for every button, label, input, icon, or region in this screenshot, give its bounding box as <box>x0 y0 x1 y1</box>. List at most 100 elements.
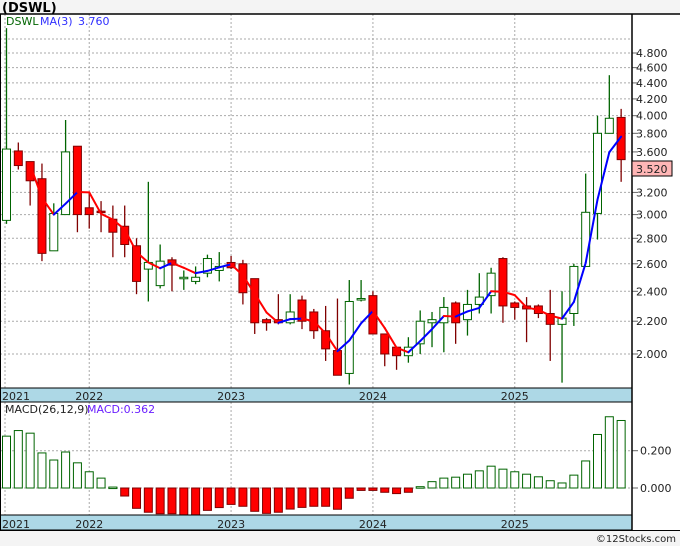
macd-bar-negative <box>321 487 331 507</box>
legend-symbol: DSWL <box>6 15 39 28</box>
x-tick-label: 2025 <box>501 518 529 531</box>
candle-down <box>510 302 520 308</box>
macd-bar-positive <box>49 459 59 489</box>
macd-bar-positive <box>593 433 602 489</box>
candle-down <box>616 116 626 161</box>
legend-ma-value: 3.760 <box>78 15 110 28</box>
macd-bar-negative <box>143 487 153 513</box>
x-tick-label: 2021 <box>2 518 30 531</box>
macd-bar-negative <box>191 487 201 516</box>
candle-up <box>427 319 437 324</box>
macd-bar-positive <box>545 480 555 489</box>
stock-chart: (DSWL) 4.800 4.600 4.400 4.200 4.000 3.800 3.6… <box>0 0 680 546</box>
candle-down <box>13 150 23 167</box>
macd-bar-negative <box>309 487 319 507</box>
x-tick-label: 2024 <box>359 518 387 531</box>
last-price-label: 3.520 <box>636 163 668 176</box>
macd-bar-negative <box>120 487 130 497</box>
macd-tick-label: 0.200 <box>640 445 672 458</box>
x-tick-label: 2024 <box>359 390 387 403</box>
candle-up <box>191 276 201 282</box>
macd-bar-negative <box>214 487 224 509</box>
chart-canvas: (DSWL) 4.8004.6004.4004.2004.0003.8003.6… <box>0 1 680 545</box>
macd-bar-positive <box>486 465 496 489</box>
price-tick-label: 3.600 <box>636 146 668 159</box>
macd-bar-negative <box>167 487 177 515</box>
macd-bar-negative <box>250 487 260 512</box>
copyright: ©12Stocks.com <box>596 534 676 545</box>
candle-up <box>155 260 165 287</box>
macd-bar-negative <box>392 487 402 495</box>
candle-up <box>179 276 189 280</box>
candle-up <box>604 117 614 134</box>
macd-bar-positive <box>2 435 11 489</box>
macd-bar-negative <box>226 487 236 505</box>
macd-bar-positive <box>604 416 614 489</box>
candle-down <box>380 333 390 355</box>
ma-segment <box>289 317 303 321</box>
price-tick-label: 4.600 <box>636 62 668 75</box>
macd-bar-positive <box>522 473 532 489</box>
candle-up <box>49 212 59 252</box>
macd-bar-positive <box>569 474 579 489</box>
macd-bar-positive <box>557 482 567 489</box>
candle-up <box>2 148 11 221</box>
macd-bar-positive <box>439 477 449 489</box>
macd-bar-positive <box>581 460 591 489</box>
macd-bar-negative <box>403 487 413 493</box>
macd-tick-label: 0.000 <box>640 482 672 495</box>
candle-down <box>332 350 342 376</box>
macd-bar-negative <box>285 487 295 510</box>
macd-bar-negative <box>262 487 272 514</box>
macd-bar-positive <box>72 462 82 489</box>
macd-bar-positive <box>25 432 35 489</box>
macd-bar-positive <box>510 471 520 489</box>
price-tick-label: 4.400 <box>636 77 668 90</box>
macd-bar-positive <box>498 468 508 489</box>
macd-bar-negative <box>155 487 165 515</box>
candle-up <box>285 311 295 324</box>
x-tick-label: 2022 <box>75 390 103 403</box>
price-tick-label: 3.200 <box>636 186 668 199</box>
macd-bar-positive <box>616 419 626 489</box>
macd-bar-positive <box>533 476 543 489</box>
price-tick-label: 2.200 <box>636 315 668 328</box>
macd-bar-positive <box>451 476 461 489</box>
macd-bar-positive <box>108 486 118 490</box>
macd-bar-positive <box>13 430 23 489</box>
candle-down <box>498 258 508 307</box>
candle-down <box>84 207 94 216</box>
candle-down <box>250 278 260 324</box>
macd-bar-negative <box>273 487 283 513</box>
price-tick-label: 4.000 <box>636 110 668 123</box>
price-tick-label: 2.600 <box>636 258 668 271</box>
price-tick-label: 4.200 <box>636 93 668 106</box>
macd-bar-negative <box>332 487 342 510</box>
price-tick-label: 2.000 <box>636 348 668 361</box>
macd-legend-value: MACD:0.362 <box>87 403 155 416</box>
macd-bar-positive <box>427 481 437 489</box>
macd-bar-positive <box>96 477 106 489</box>
price-tick-label: 2.800 <box>636 232 668 245</box>
macd-bar-positive <box>474 470 484 489</box>
x-tick-label: 2021 <box>2 390 30 403</box>
macd-legend-label: MACD(26,12,9) <box>5 403 89 416</box>
macd-bar-negative <box>344 487 354 499</box>
candle-down <box>72 145 82 216</box>
macd-bar-positive <box>84 471 94 489</box>
x-tick-label: 2022 <box>75 518 103 531</box>
macd-bar-negative <box>356 487 366 491</box>
macd-bar-negative <box>297 487 307 508</box>
x-tick-label: 2023 <box>217 518 245 531</box>
macd-bar-positive <box>462 473 472 489</box>
x-tick-label: 2025 <box>501 390 529 403</box>
candle-up <box>356 298 366 301</box>
candle-down <box>451 302 461 324</box>
candle-down <box>262 319 272 324</box>
ma-segment <box>442 315 457 318</box>
price-tick-label: 3.000 <box>636 209 668 222</box>
legend-ma-label: MA(3) <box>40 15 73 28</box>
macd-bar-negative <box>368 487 378 491</box>
price-tick-label: 3.800 <box>636 127 668 140</box>
macd-bar-positive <box>61 451 71 489</box>
